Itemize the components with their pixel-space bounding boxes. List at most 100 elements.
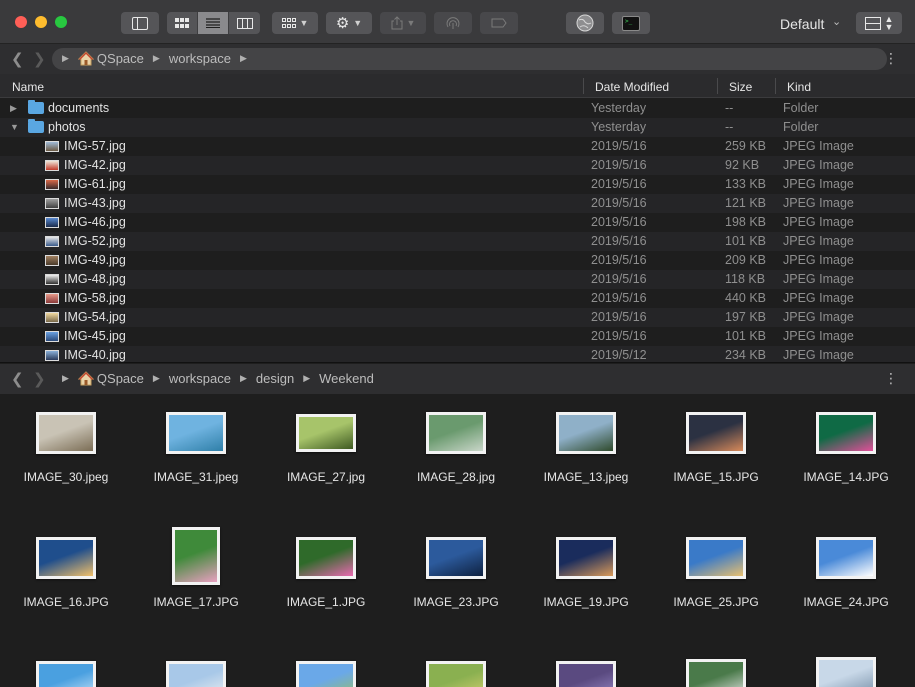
forward-arrow-icon[interactable]: ❯: [33, 50, 46, 68]
pane-layout-button[interactable]: ▲ ▼: [856, 12, 902, 34]
breadcrumb-item-design[interactable]: design: [256, 371, 294, 386]
image-filename[interactable]: IMAGE_23.JPG: [391, 595, 521, 609]
image-tile[interactable]: IMAGE_17.JPG: [131, 527, 261, 609]
image-thumbnail[interactable]: [166, 412, 226, 454]
image-thumbnail[interactable]: [816, 412, 876, 454]
more-options-icon[interactable]: ⋮: [884, 50, 898, 67]
image-filename[interactable]: IMAGE_30.jpeg: [1, 470, 131, 484]
image-filename[interactable]: IMAGE_14.JPG: [781, 470, 911, 484]
table-row[interactable]: IMG-61.jpg 2019/5/16 133 KB JPEG Image: [0, 175, 915, 194]
table-row[interactable]: IMG-58.jpg 2019/5/16 440 KB JPEG Image: [0, 289, 915, 308]
image-thumbnail[interactable]: [36, 537, 96, 579]
table-row[interactable]: IMG-54.jpg 2019/5/16 197 KB JPEG Image: [0, 308, 915, 327]
image-thumbnail[interactable]: [36, 661, 96, 687]
image-filename[interactable]: IMAGE_24.JPG: [781, 595, 911, 609]
image-filename[interactable]: IMAGE_16.JPG: [1, 595, 131, 609]
image-tile[interactable]: IMAGE_16.JPG: [1, 537, 131, 609]
back-arrow-icon[interactable]: ❮: [11, 50, 24, 68]
minimize-window-button[interactable]: [35, 16, 47, 28]
image-tile[interactable]: IMAGE_25.JPG: [651, 537, 781, 609]
image-thumbnail[interactable]: [686, 412, 746, 454]
image-tile[interactable]: IMAGE_30.jpeg: [1, 412, 131, 484]
image-thumbnail[interactable]: [686, 537, 746, 579]
chevron-down-icon[interactable]: ⌄: [832, 15, 841, 28]
image-tile[interactable]: [781, 657, 911, 687]
column-divider[interactable]: [717, 78, 718, 94]
breadcrumb-item-qspace[interactable]: QSpace: [97, 51, 144, 66]
image-tile[interactable]: IMAGE_27.jpg: [261, 414, 391, 484]
image-tile[interactable]: [391, 661, 521, 687]
image-tile[interactable]: IMAGE_23.JPG: [391, 537, 521, 609]
column-header-kind[interactable]: Kind: [787, 80, 811, 94]
table-row[interactable]: ▶ documents Yesterday -- Folder: [0, 99, 915, 118]
toggle-sidebar-button[interactable]: [121, 12, 159, 34]
zoom-window-button[interactable]: [55, 16, 67, 28]
icon-view-button[interactable]: [167, 12, 198, 34]
table-row[interactable]: IMG-42.jpg 2019/5/16 92 KB JPEG Image: [0, 156, 915, 175]
image-tile[interactable]: IMAGE_15.JPG: [651, 412, 781, 484]
table-row[interactable]: IMG-43.jpg 2019/5/16 121 KB JPEG Image: [0, 194, 915, 213]
image-thumbnail[interactable]: [296, 537, 356, 579]
more-options-icon[interactable]: ⋮: [884, 370, 898, 387]
image-thumbnail[interactable]: [172, 527, 220, 585]
image-filename[interactable]: IMAGE_31.jpeg: [131, 470, 261, 484]
image-filename[interactable]: IMAGE_13.jpeg: [521, 470, 651, 484]
image-tile[interactable]: [131, 661, 261, 687]
image-thumbnail[interactable]: [816, 537, 876, 579]
image-thumbnail[interactable]: [816, 657, 876, 687]
image-thumbnail[interactable]: [426, 412, 486, 454]
share-button[interactable]: ▼: [380, 12, 426, 34]
breadcrumb-item-workspace[interactable]: workspace: [169, 371, 231, 386]
image-filename[interactable]: IMAGE_1.JPG: [261, 595, 391, 609]
table-row[interactable]: IMG-48.jpg 2019/5/16 118 KB JPEG Image: [0, 270, 915, 289]
image-thumbnail[interactable]: [166, 661, 226, 687]
image-thumbnail[interactable]: [426, 661, 486, 687]
image-filename[interactable]: IMAGE_19.JPG: [521, 595, 651, 609]
column-header-size[interactable]: Size: [729, 80, 752, 94]
image-thumbnail[interactable]: [36, 412, 96, 454]
image-tile[interactable]: IMAGE_1.JPG: [261, 537, 391, 609]
close-window-button[interactable]: [15, 16, 27, 28]
file-list-view[interactable]: Name Date Modified Size Kind ▶ documents…: [0, 74, 915, 363]
image-tile[interactable]: [651, 659, 781, 687]
group-by-button[interactable]: ▼: [272, 12, 318, 34]
forward-arrow-icon[interactable]: ❯: [33, 370, 46, 388]
image-thumbnail[interactable]: [556, 661, 616, 687]
table-row[interactable]: IMG-49.jpg 2019/5/16 209 KB JPEG Image: [0, 251, 915, 270]
image-tile[interactable]: IMAGE_24.JPG: [781, 537, 911, 609]
image-tile[interactable]: [521, 661, 651, 687]
image-filename[interactable]: IMAGE_15.JPG: [651, 470, 781, 484]
table-row[interactable]: IMG-45.jpg 2019/5/16 101 KB JPEG Image: [0, 327, 915, 346]
open-terminal-button[interactable]: >_: [612, 12, 650, 34]
image-tile[interactable]: IMAGE_19.JPG: [521, 537, 651, 609]
table-row[interactable]: IMG-52.jpg 2019/5/16 101 KB JPEG Image: [0, 232, 915, 251]
image-thumbnail[interactable]: [686, 659, 746, 687]
layout-profile-label[interactable]: Default: [780, 16, 824, 32]
icon-grid-view[interactable]: IMAGE_30.jpeg IMAGE_31.jpeg IMAGE_27.jpg…: [0, 395, 915, 687]
action-menu-button[interactable]: ⚙ ▼: [326, 12, 372, 34]
image-thumbnail[interactable]: [556, 412, 616, 454]
column-view-button[interactable]: [229, 12, 260, 34]
column-header-date[interactable]: Date Modified: [595, 80, 669, 94]
image-tile[interactable]: [261, 661, 391, 687]
back-arrow-icon[interactable]: ❮: [11, 370, 24, 388]
image-tile[interactable]: [1, 661, 131, 687]
network-button[interactable]: [566, 12, 604, 34]
image-tile[interactable]: IMAGE_31.jpeg: [131, 412, 261, 484]
image-filename[interactable]: IMAGE_17.JPG: [131, 595, 261, 609]
image-filename[interactable]: IMAGE_28.jpg: [391, 470, 521, 484]
image-filename[interactable]: IMAGE_27.jpg: [261, 470, 391, 484]
column-header-name[interactable]: Name: [12, 80, 44, 94]
breadcrumb-item-workspace[interactable]: workspace: [169, 51, 231, 66]
table-row[interactable]: ▼ photos Yesterday -- Folder: [0, 118, 915, 137]
image-thumbnail[interactable]: [296, 661, 356, 687]
breadcrumb-item-qspace[interactable]: QSpace: [97, 371, 144, 386]
image-tile[interactable]: IMAGE_13.jpeg: [521, 412, 651, 484]
column-divider[interactable]: [775, 78, 776, 94]
image-thumbnail[interactable]: [296, 414, 356, 452]
column-divider[interactable]: [583, 78, 584, 94]
image-thumbnail[interactable]: [426, 537, 486, 579]
breadcrumb-item-weekend[interactable]: Weekend: [319, 371, 374, 386]
tags-button[interactable]: [480, 12, 518, 34]
list-view-button[interactable]: [198, 12, 229, 34]
